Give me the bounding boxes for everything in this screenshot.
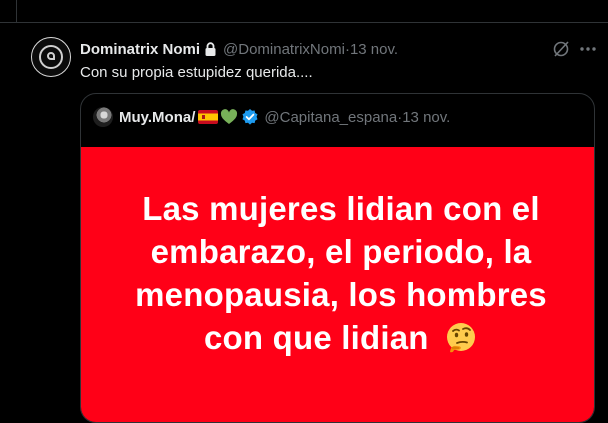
- previous-tweet-edge: [0, 0, 608, 23]
- author-avatar[interactable]: [31, 37, 71, 77]
- quoted-tweet[interactable]: Muy.Mona/ @Capitana_espana · 13 nov. Las…: [80, 93, 595, 423]
- image-caption: Las mujeres lidian con el embarazo, el p…: [111, 187, 571, 365]
- quote-author-avatar[interactable]: [93, 107, 113, 127]
- image-caption-text: Las mujeres lidian con el embarazo, el p…: [135, 190, 547, 356]
- lock-icon: [204, 41, 217, 57]
- quote-date[interactable]: 13 nov.: [402, 109, 450, 126]
- author-display-name[interactable]: Dominatrix Nomi: [80, 41, 200, 58]
- verified-badge-icon: [241, 108, 259, 126]
- tweet-header: Dominatrix Nomi @DominatrixNomi · 13 nov…: [80, 39, 398, 59]
- quote-image[interactable]: Las mujeres lidian con el embarazo, el p…: [81, 147, 594, 422]
- tweet-text: Con su propia estupidez querida....: [80, 64, 313, 81]
- more-icon[interactable]: [578, 39, 598, 64]
- grok-icon[interactable]: [551, 39, 571, 64]
- thinking-face-icon: [444, 321, 478, 365]
- avatar-logo: [39, 45, 63, 69]
- green-heart-icon: [220, 109, 238, 125]
- quote-author-handle[interactable]: @Capitana_espana: [264, 109, 397, 126]
- quote-author-display-name[interactable]: Muy.Mona/: [119, 109, 195, 126]
- tweet-date[interactable]: 13 nov.: [350, 41, 398, 58]
- spain-flag-icon: [198, 110, 219, 124]
- thread-line: [16, 0, 17, 22]
- author-handle[interactable]: @DominatrixNomi: [223, 41, 345, 58]
- quote-header: Muy.Mona/ @Capitana_espana · 13 nov.: [93, 106, 450, 128]
